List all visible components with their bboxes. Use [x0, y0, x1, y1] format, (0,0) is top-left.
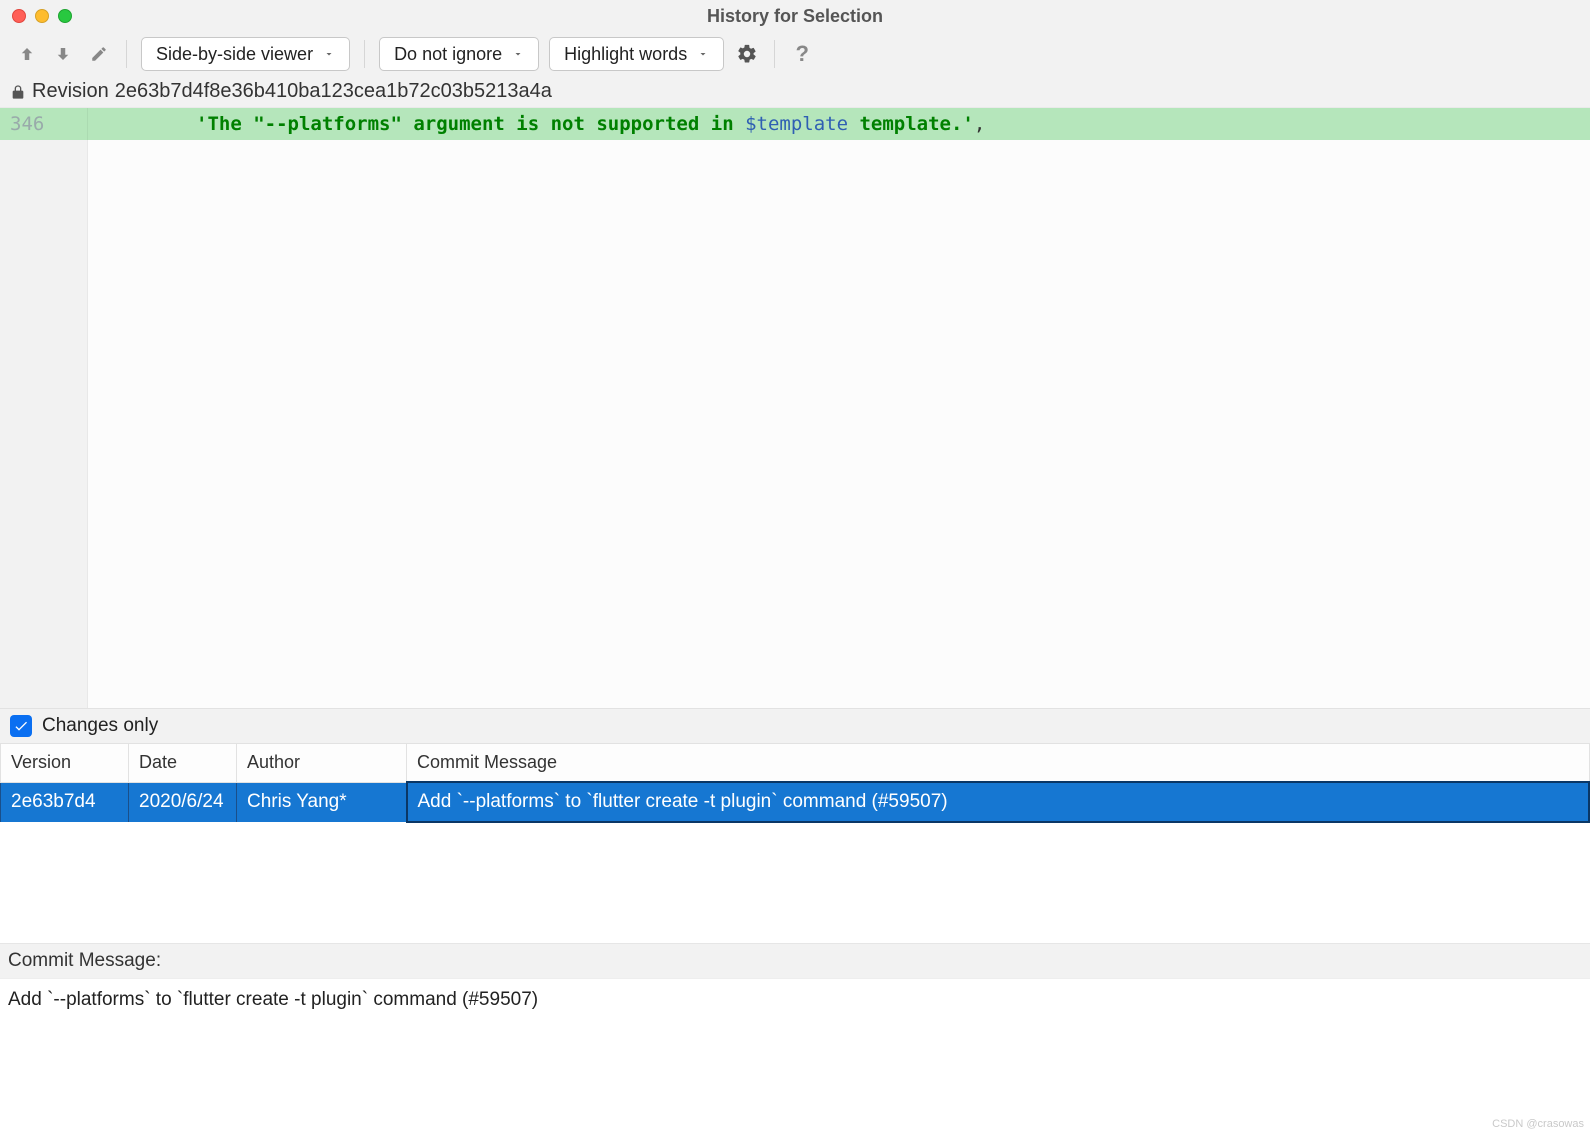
settings-button[interactable] [734, 41, 760, 67]
code-token-variable: $template [745, 113, 848, 135]
changes-only-checkbox[interactable] [10, 715, 32, 737]
col-version[interactable]: Version [1, 744, 129, 783]
divider [126, 40, 127, 68]
code-token-string: 'The "--platforms" argument is not suppo… [196, 113, 745, 135]
commit-message-label: Commit Message: [0, 943, 1590, 978]
diff-empty-area [88, 140, 1590, 708]
help-icon: ? [795, 41, 808, 67]
col-author[interactable]: Author [237, 744, 407, 783]
highlight-mode-label: Highlight words [564, 44, 687, 65]
viewer-mode-label: Side-by-side viewer [156, 44, 313, 65]
window-controls [12, 9, 72, 23]
diff-line[interactable]: 346 'The "--platforms" argument is not s… [0, 108, 1590, 140]
code-token-plain: , [974, 113, 985, 135]
code-token-string: template.' [848, 113, 974, 135]
col-message[interactable]: Commit Message [407, 744, 1590, 783]
cell-message: Add `--platforms` to `flutter create -t … [407, 782, 1590, 822]
diff-viewer[interactable]: 346 'The "--platforms" argument is not s… [0, 107, 1590, 708]
gutter [0, 140, 88, 708]
pencil-icon [90, 45, 108, 63]
toolbar: Side-by-side viewer Do not ignore Highli… [0, 32, 1590, 76]
table-row[interactable]: 2e63b7d4 2020/6/24 Chris Yang* Add `--pl… [1, 782, 1590, 822]
revision-hash: 2e63b7d4f8e36b410ba123cea1b72c03b5213a4a [115, 80, 552, 103]
watermark: CSDN @crasowas [0, 1118, 1590, 1134]
ignore-mode-select[interactable]: Do not ignore [379, 37, 539, 71]
chevron-down-icon [697, 48, 709, 60]
check-icon [13, 718, 29, 734]
gear-icon [736, 43, 758, 65]
cell-version: 2e63b7d4 [1, 782, 129, 822]
viewer-mode-select[interactable]: Side-by-side viewer [141, 37, 350, 71]
revision-label: Revision [32, 80, 109, 103]
highlight-mode-select[interactable]: Highlight words [549, 37, 724, 71]
edit-button[interactable] [86, 41, 112, 67]
titlebar: History for Selection [0, 0, 1590, 32]
maximize-window-button[interactable] [58, 9, 72, 23]
arrow-up-icon [18, 45, 36, 63]
lock-icon [10, 84, 26, 100]
arrow-down-icon [54, 45, 72, 63]
code-content: 'The "--platforms" argument is not suppo… [88, 108, 1590, 140]
commit-message-body: Add `--platforms` to `flutter create -t … [0, 978, 1590, 1118]
minimize-window-button[interactable] [35, 9, 49, 23]
changes-only-label: Changes only [42, 715, 158, 737]
cell-author: Chris Yang* [237, 782, 407, 822]
chevron-down-icon [512, 48, 524, 60]
col-date[interactable]: Date [129, 744, 237, 783]
revision-bar: Revision 2e63b7d4f8e36b410ba123cea1b72c0… [0, 76, 1590, 107]
table-empty-area [0, 823, 1590, 943]
line-number: 346 [0, 108, 88, 140]
window-title: History for Selection [0, 6, 1590, 27]
prev-change-button[interactable] [14, 41, 40, 67]
cell-date: 2020/6/24 [129, 782, 237, 822]
next-change-button[interactable] [50, 41, 76, 67]
close-window-button[interactable] [12, 9, 26, 23]
chevron-down-icon [323, 48, 335, 60]
divider [364, 40, 365, 68]
ignore-mode-label: Do not ignore [394, 44, 502, 65]
table-header-row: Version Date Author Commit Message [1, 744, 1590, 783]
filter-row: Changes only [0, 708, 1590, 743]
help-button[interactable]: ? [789, 41, 815, 67]
history-table: Version Date Author Commit Message 2e63b… [0, 743, 1590, 823]
divider [774, 40, 775, 68]
